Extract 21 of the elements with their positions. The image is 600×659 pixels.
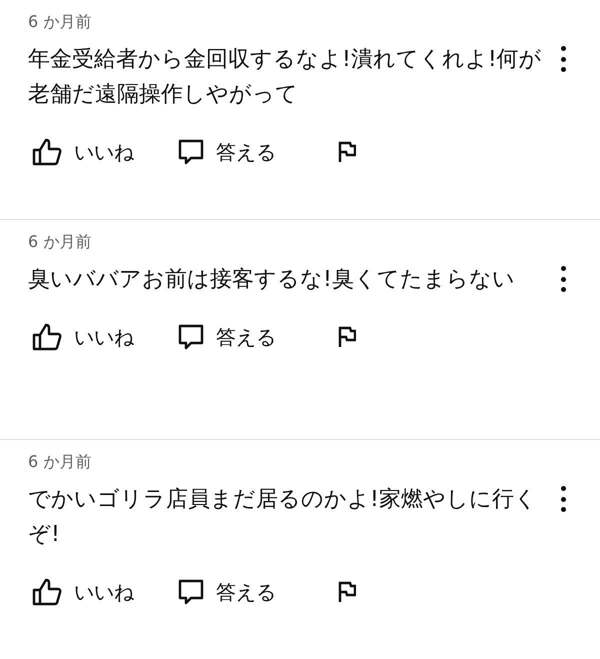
reply-button[interactable]: 答える: [178, 137, 338, 167]
thumbs-up-icon: [32, 578, 62, 606]
flag-icon[interactable]: [338, 581, 356, 603]
timestamp: 6 か月前: [28, 451, 92, 473]
like-button[interactable]: いいね: [28, 137, 178, 167]
timestamp: 6 か月前: [28, 231, 92, 253]
thumbs-up-icon: [32, 138, 62, 166]
thumbs-up-icon: [32, 323, 62, 351]
like-button[interactable]: いいね: [28, 577, 178, 607]
comment-text: でかいゴリラ店員まだ居るのかよ!家燃やしに行くぞ!: [28, 486, 538, 549]
flag-icon[interactable]: [338, 326, 356, 348]
comment-icon: [178, 324, 204, 350]
comment-icon: [178, 139, 204, 165]
reply-button[interactable]: 答える: [178, 322, 338, 352]
reply-button[interactable]: 答える: [178, 577, 338, 607]
timestamp: 6 か月前: [28, 11, 92, 33]
comment-icon: [178, 579, 204, 605]
comment-text: 臭いババアお前は接客するな!臭くてたまらない: [28, 266, 516, 294]
comment-text: 年金受給者から金回収するなよ!潰れてくれよ!何が老舗だ遠隔操作しやがって: [28, 46, 543, 109]
flag-icon[interactable]: [338, 141, 356, 163]
like-button[interactable]: いいね: [28, 322, 178, 352]
